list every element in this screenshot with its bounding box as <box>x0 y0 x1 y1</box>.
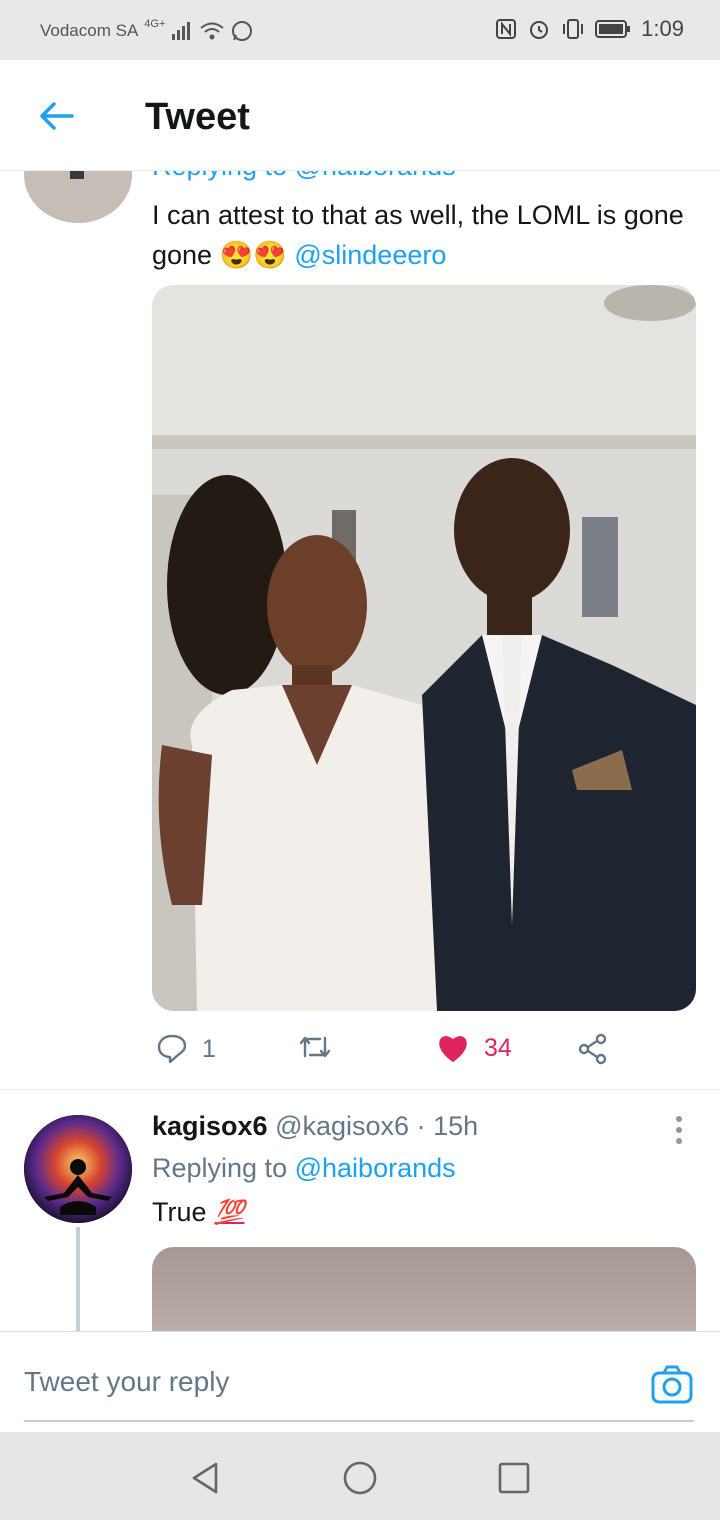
tweet-body: True <box>152 1197 207 1227</box>
replying-to-label: Replying to @haiborands <box>152 171 456 182</box>
status-left: Vodacom SA 4G+ <box>40 18 253 42</box>
status-bar: Vodacom SA 4G+ 1:09 <box>0 0 720 60</box>
app-bar: Tweet <box>0 60 720 171</box>
home-nav-icon[interactable] <box>340 1458 380 1498</box>
back-arrow-icon[interactable] <box>36 96 76 136</box>
alarm-icon <box>530 21 549 39</box>
avatar-image <box>24 1115 132 1223</box>
whatsapp-icon <box>232 21 253 41</box>
mention-link[interactable]: @slindeeero <box>294 240 446 270</box>
signal-icon <box>172 22 191 40</box>
display-name[interactable]: kagisox6 <box>152 1111 268 1141</box>
retweet-action[interactable] <box>298 1033 332 1061</box>
more-options-icon[interactable] <box>675 1115 683 1145</box>
replying-to-label: Replying to @haiborands <box>152 1153 456 1184</box>
carrier-label: Vodacom SA <box>40 21 139 40</box>
clock: 1:09 <box>641 16 684 41</box>
replying-handle-link[interactable]: @haiborands <box>295 1153 456 1183</box>
handle[interactable]: @kagisox6 <box>275 1111 409 1141</box>
replying-prefix: Replying to <box>152 1153 288 1183</box>
avatar[interactable] <box>24 1115 132 1223</box>
page-title: Tweet <box>145 96 250 138</box>
tweet-text: I can attest to that as well, the LOML i… <box>152 195 692 275</box>
reply-count: 1 <box>202 1034 216 1063</box>
reply-input[interactable]: Tweet your reply <box>24 1352 694 1422</box>
status-right: 1:09 <box>495 16 684 42</box>
network-label: 4G+ <box>144 18 166 30</box>
tweet-header: kagisox6 @kagisox6 · 15h <box>152 1111 478 1142</box>
share-icon <box>578 1033 607 1065</box>
nfc-icon <box>496 19 517 39</box>
divider <box>0 1089 720 1090</box>
system-nav-bar <box>0 1432 720 1520</box>
time-separator: · <box>416 1111 426 1141</box>
like-action[interactable]: 34 <box>436 1033 512 1063</box>
back-nav-icon[interactable] <box>186 1458 226 1498</box>
reply-icon <box>157 1034 187 1064</box>
wifi-icon <box>200 22 225 40</box>
battery-icon <box>595 20 631 38</box>
avatar[interactable] <box>24 171 132 223</box>
reply-action[interactable]: 1 <box>156 1033 216 1065</box>
reply-composer: Tweet your reply <box>0 1331 720 1432</box>
heart-icon <box>439 1036 467 1062</box>
tweet-photo[interactable] <box>152 1247 696 1331</box>
retweet-icon <box>299 1036 331 1058</box>
photo-content <box>152 285 696 1011</box>
recents-nav-icon[interactable] <box>494 1458 534 1498</box>
emoji: 😍😍 <box>219 240 287 270</box>
timestamp: 15h <box>433 1111 479 1141</box>
tweet-photo[interactable] <box>152 285 696 1011</box>
tweet-actions: 1 34 <box>152 1033 692 1073</box>
share-action[interactable] <box>577 1033 609 1065</box>
like-count: 34 <box>484 1033 512 1062</box>
tweet-text: True 💯 <box>152 1197 244 1228</box>
camera-icon[interactable] <box>650 1362 694 1406</box>
hundred-points-emoji: 💯 <box>214 1199 245 1226</box>
thread-line <box>76 1227 80 1331</box>
vibrate-icon <box>563 19 584 39</box>
reply-placeholder: Tweet your reply <box>24 1366 230 1397</box>
tweet-thread[interactable]: Replying to @haiborands I can attest to … <box>0 171 720 1331</box>
